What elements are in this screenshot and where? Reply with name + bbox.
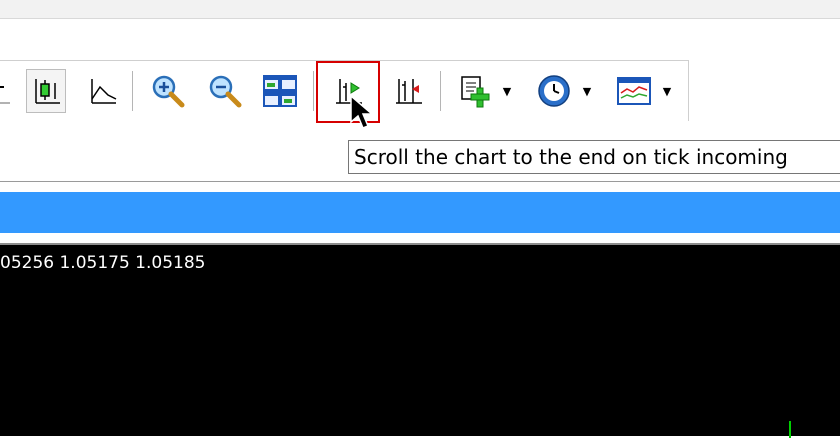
panel-divider xyxy=(0,181,840,192)
chart-toolbar: ▼ ▼ ▼ xyxy=(0,60,689,122)
indicators-button[interactable] xyxy=(456,69,496,113)
chart-shift-icon xyxy=(396,79,422,104)
toolbar-separator xyxy=(313,71,315,111)
menu-band xyxy=(0,19,840,59)
chart-area[interactable]: 05256 1.05175 1.05185 xyxy=(0,243,840,438)
toolbar-separator xyxy=(132,71,134,111)
chart-shift-button[interactable] xyxy=(388,69,428,113)
zoom-out-button[interactable] xyxy=(205,69,245,113)
zoom-out-icon xyxy=(209,75,242,108)
toolbar-separator xyxy=(440,71,442,111)
line-chart-button[interactable] xyxy=(82,69,122,113)
ohlc-readout: 05256 1.05175 1.05185 xyxy=(0,253,206,273)
price-tick-bar xyxy=(789,421,791,438)
window-top-strip xyxy=(0,0,840,19)
mouse-cursor-icon xyxy=(350,95,374,129)
tile-windows-icon xyxy=(263,75,297,107)
add-indicator-icon xyxy=(461,76,490,108)
candlestick-icon xyxy=(35,79,60,104)
tooltip-text: Scroll the chart to the end on tick inco… xyxy=(354,145,788,169)
tile-windows-button[interactable] xyxy=(260,69,300,113)
periods-dropdown-arrow[interactable]: ▼ xyxy=(580,69,594,113)
tooltip: Scroll the chart to the end on tick inco… xyxy=(348,140,840,174)
templates-dropdown-arrow[interactable]: ▼ xyxy=(660,69,674,113)
zoom-in-button[interactable] xyxy=(148,69,188,113)
candlesticks-button[interactable] xyxy=(26,69,66,113)
templates-button[interactable] xyxy=(614,69,654,113)
periods-button[interactable] xyxy=(534,69,574,113)
bar-chart-button[interactable] xyxy=(0,69,18,113)
indicators-dropdown-arrow[interactable]: ▼ xyxy=(500,69,514,113)
line-chart-icon xyxy=(91,79,117,104)
template-icon xyxy=(617,77,651,105)
clock-icon xyxy=(538,75,570,107)
chart-window-title-bar[interactable] xyxy=(0,192,840,233)
bar-chart-icon xyxy=(0,86,10,104)
zoom-in-icon xyxy=(152,75,185,108)
